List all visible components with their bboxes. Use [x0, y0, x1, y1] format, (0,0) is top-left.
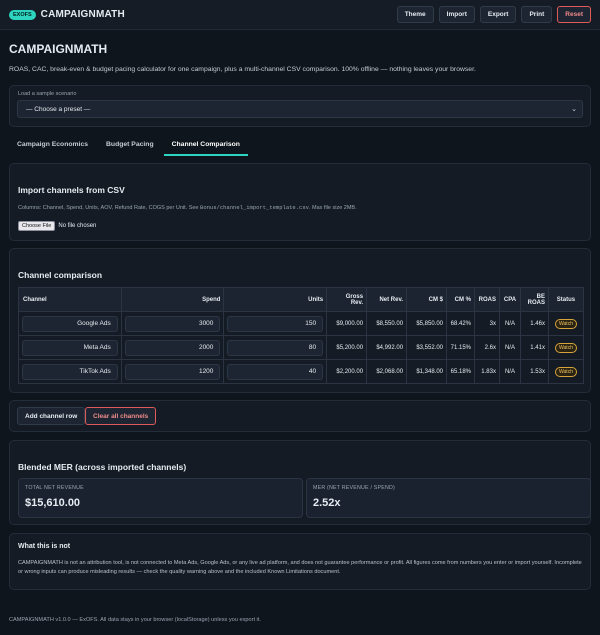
table-row: Meta Ads 2000 80 $5,200.00 $4,992.00 $3,… [18, 335, 585, 360]
units-input[interactable]: 40 [227, 363, 324, 380]
clear-channels-button[interactable]: Clear all channels [85, 407, 157, 425]
net-rev-value: $4,992.00 [366, 335, 408, 360]
cm-value: $1,348.00 [406, 359, 448, 384]
preset-label: Load a sample scenario [18, 91, 77, 97]
chevron-down-icon: ⌄ [571, 106, 577, 113]
channel-input[interactable]: Google Ads [22, 315, 118, 332]
col-net-rev: Net Rev. [366, 287, 408, 312]
import-card: Import channels from CSV Columns: Channe… [9, 163, 591, 241]
cm-value: $3,552.00 [406, 335, 448, 360]
col-roas: ROAS [474, 287, 500, 312]
tab-channel-comparison[interactable]: Channel Comparison [163, 138, 248, 156]
col-cm: CM $ [406, 287, 448, 312]
comparison-table: Channel Spend Units Gross Rev. Net Rev. C… [18, 287, 585, 384]
cm-pct-value: 68.42% [446, 311, 475, 336]
import-title: Import channels from CSV [18, 185, 125, 195]
disclaimer-card: What this is not CAMPAIGNMATH is not an … [9, 533, 591, 590]
table-row: TikTok Ads 1200 40 $2,200.00 $2,068.00 $… [18, 359, 585, 384]
gross-rev-value: $5,200.00 [326, 335, 368, 360]
choose-file-button[interactable]: Choose File [18, 221, 56, 231]
col-spend: Spend [120, 287, 225, 312]
preset-selected-value: — Choose a preset — [26, 105, 91, 113]
theme-button[interactable]: Theme [396, 6, 434, 23]
disclaimer-title: What this is not [18, 543, 71, 550]
brand-name: CAMPAIGNMATH [40, 9, 125, 20]
total-net-revenue-label: TOTAL NET REVENUE [25, 485, 84, 491]
mer-value: 2.52x [313, 497, 341, 509]
mer-label: MER (NET REVENUE / SPEND) [313, 485, 396, 491]
file-picker: Choose File No file chosen [18, 221, 96, 231]
total-net-revenue-stat: TOTAL NET REVENUE $15,610.00 [18, 478, 303, 518]
cm-pct-value: 71.15% [446, 335, 475, 360]
col-be-roas: BE ROAS [519, 287, 549, 312]
roas-value: 1.83x [474, 359, 500, 384]
net-rev-value: $2,068.00 [366, 359, 408, 384]
mer-stat: MER (NET REVENUE / SPEND) 2.52x [306, 478, 591, 518]
reset-button[interactable]: Reset [557, 6, 591, 23]
blended-title: Blended MER (across imported channels) [18, 462, 187, 472]
cm-pct-value: 65.18% [446, 359, 475, 384]
export-button[interactable]: Export [479, 6, 517, 23]
print-button[interactable]: Print [521, 6, 553, 23]
status-badge: Watch [554, 342, 577, 353]
channel-input[interactable]: Meta Ads [22, 339, 118, 356]
page-subtitle: ROAS, CAC, break-even & budget pacing ca… [9, 66, 476, 73]
channel-actions-card: Add channel row Clear all channels [9, 400, 591, 432]
status-badge: Watch [554, 366, 577, 377]
file-status: No file chosen [58, 223, 97, 229]
col-gross-rev: Gross Rev. [326, 287, 368, 312]
cm-value: $5,850.00 [406, 311, 448, 336]
col-cpa: CPA [498, 287, 521, 312]
comparison-card: Channel comparison Channel Spend Units G… [9, 248, 591, 393]
top-bar: EXOFS CAMPAIGNMATH Theme Import Export P… [0, 0, 600, 30]
spend-input[interactable]: 1200 [124, 363, 221, 380]
roas-value: 2.6x [474, 335, 500, 360]
toolbar: Theme Import Export Print Reset [396, 6, 591, 23]
be-roas-value: 1.41x [519, 335, 549, 360]
spend-input[interactable]: 2000 [124, 339, 221, 356]
channel-input[interactable]: TikTok Ads [22, 363, 118, 380]
page-title: CAMPAIGNMATH [9, 42, 108, 56]
be-roas-value: 1.53x [519, 359, 549, 384]
gross-rev-value: $2,200.00 [326, 359, 368, 384]
tab-bar: Campaign Economics Budget Pacing Channel… [9, 138, 250, 156]
cpa-value: N/A [498, 335, 521, 360]
comparison-title: Channel comparison [18, 270, 103, 280]
units-input[interactable]: 150 [227, 315, 324, 332]
template-path: Bonus/channel_import_template.csv [200, 204, 309, 211]
status-badge: Watch [554, 318, 577, 329]
col-cm-pct: CM % [446, 287, 475, 312]
disclaimer-text: CAMPAIGNMATH is not an attribution tool,… [18, 560, 582, 575]
table-row: Google Ads 3000 150 $9,000.00 $8,550.00 … [18, 311, 585, 336]
blended-mer-card: Blended MER (across imported channels) T… [9, 440, 591, 525]
col-channel: Channel [18, 287, 122, 312]
spend-input[interactable]: 3000 [124, 315, 221, 332]
tab-campaign-economics[interactable]: Campaign Economics [9, 138, 96, 156]
total-net-revenue-value: $15,610.00 [25, 497, 81, 509]
gross-rev-value: $9,000.00 [326, 311, 368, 336]
units-input[interactable]: 80 [227, 339, 324, 356]
brand-badge: EXOFS [9, 9, 36, 20]
import-columns-help: Columns: Channel, Spend, Units, AOV, Ref… [18, 204, 357, 211]
col-units: Units [223, 287, 328, 312]
tab-budget-pacing[interactable]: Budget Pacing [98, 138, 162, 156]
net-rev-value: $8,550.00 [366, 311, 408, 336]
preset-card: Load a sample scenario — Choose a preset… [9, 85, 591, 127]
cpa-value: N/A [498, 311, 521, 336]
table-header-row: Channel Spend Units Gross Rev. Net Rev. C… [18, 287, 585, 312]
preset-select[interactable]: — Choose a preset — ⌄ [17, 100, 583, 118]
footer-text: CAMPAIGNMATH v1.0.0 — ExOFS. All data st… [9, 617, 261, 623]
import-button[interactable]: Import [438, 6, 475, 23]
col-status: Status [547, 287, 585, 312]
roas-value: 3x [474, 311, 500, 336]
cpa-value: N/A [498, 359, 521, 384]
add-channel-row-button[interactable]: Add channel row [17, 407, 86, 425]
be-roas-value: 1.46x [519, 311, 549, 336]
